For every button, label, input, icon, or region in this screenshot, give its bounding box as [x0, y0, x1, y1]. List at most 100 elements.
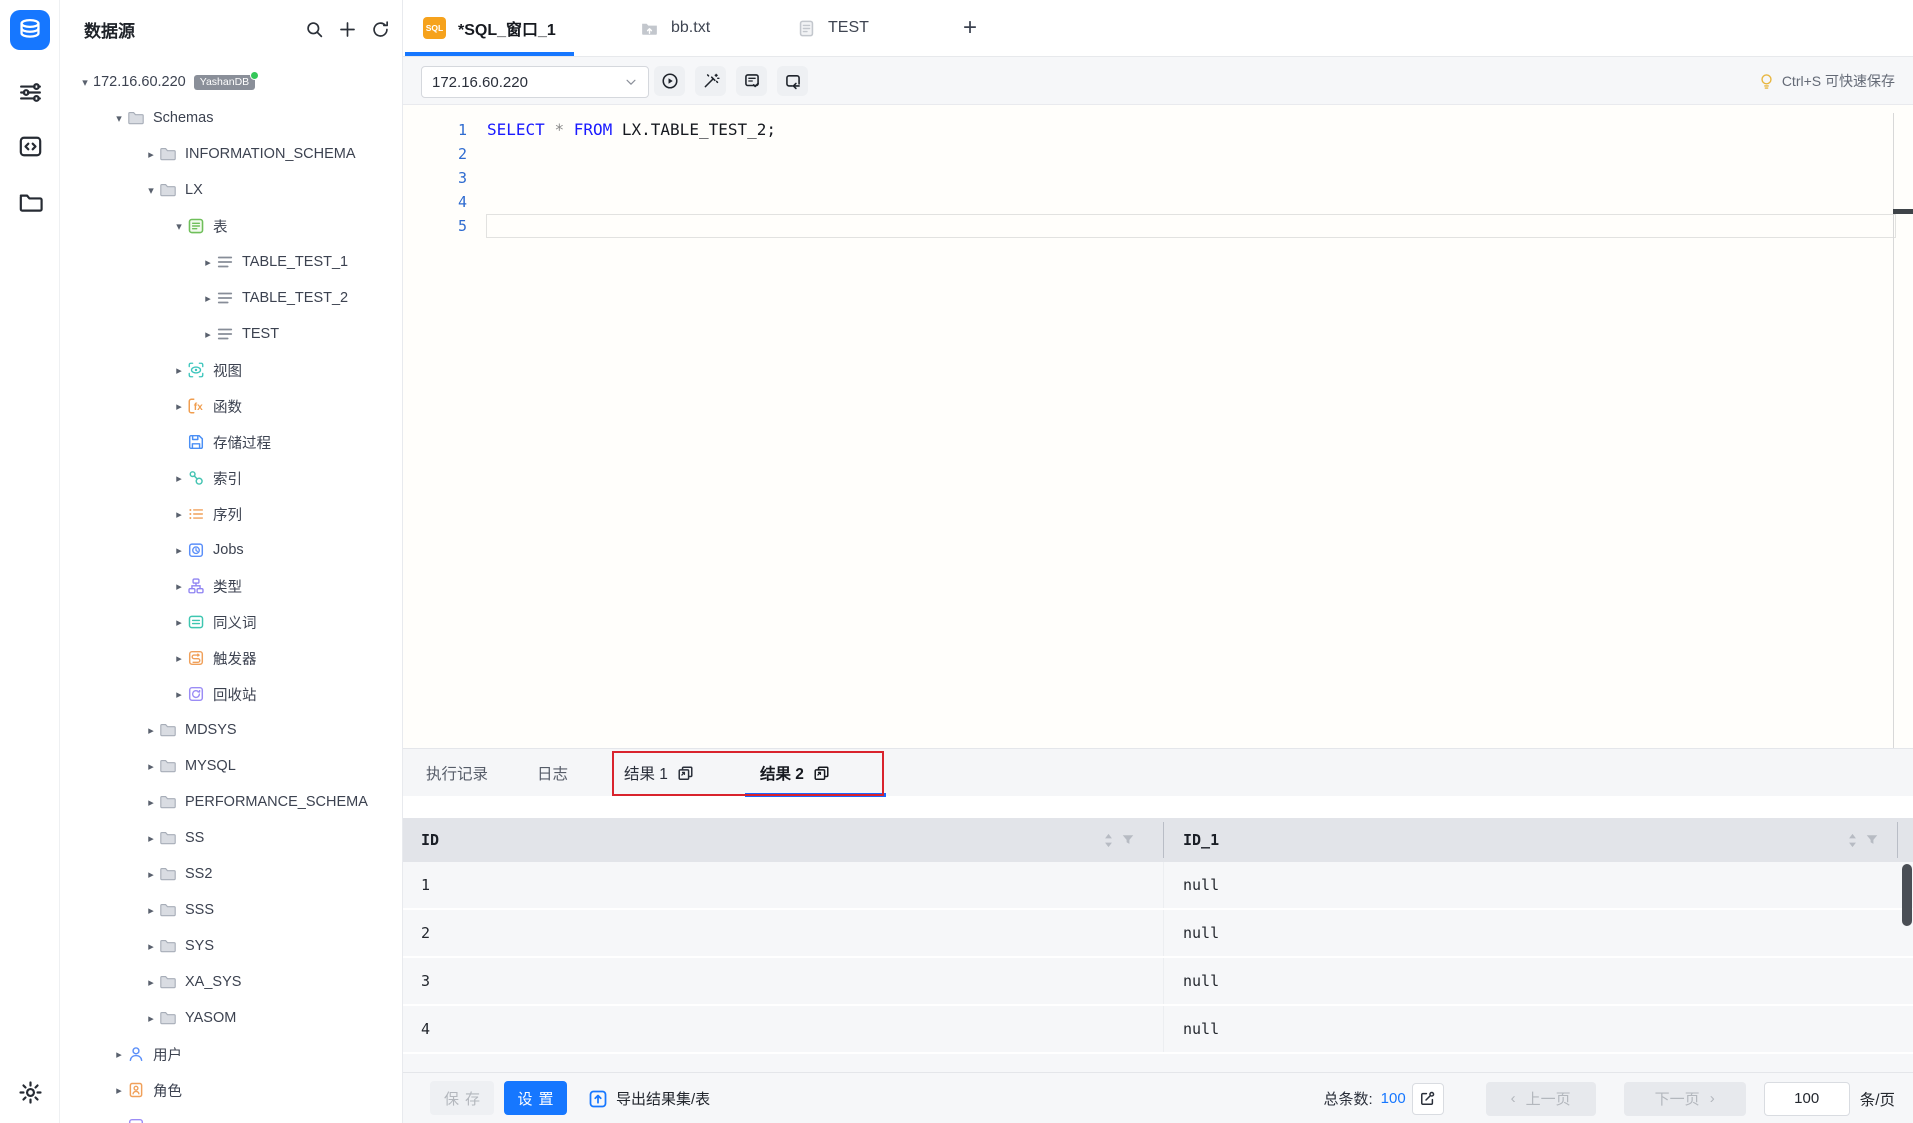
tree-item-类型[interactable]: ▸类型 — [60, 568, 402, 604]
caret-right-icon[interactable]: ▸ — [143, 148, 159, 161]
column-header-id[interactable]: ID — [421, 818, 439, 862]
tree-item-table_test_2[interactable]: ▸TABLE_TEST_2 — [60, 280, 402, 316]
tree-item-mysql[interactable]: ▸MYSQL — [60, 748, 402, 784]
sort-icon[interactable] — [1102, 833, 1115, 848]
tree-item-clipped[interactable]: ▸ — [60, 1108, 402, 1123]
caret-right-icon[interactable]: ▸ — [143, 832, 159, 845]
caret-right-icon[interactable]: ▸ — [143, 796, 159, 809]
tree-item-触发器[interactable]: ▸触发器 — [60, 640, 402, 676]
caret-right-icon[interactable]: ▸ — [171, 652, 187, 665]
tree-item-表[interactable]: ▾表 — [60, 208, 402, 244]
editor-line-1[interactable]: 1SELECT * FROM LX.TABLE_TEST_2; — [403, 118, 1913, 142]
open-result-stats-button[interactable] — [1412, 1083, 1444, 1115]
editor-line-5[interactable]: 5 — [403, 214, 1913, 238]
tree-item-jobs[interactable]: ▸Jobs — [60, 532, 402, 568]
tree-item-同义词[interactable]: ▸同义词 — [60, 604, 402, 640]
cell-id[interactable]: 3 — [421, 958, 430, 1004]
connection-select[interactable]: 172.16.60.220 — [421, 66, 649, 98]
caret-right-icon[interactable]: ▸ — [200, 328, 216, 341]
rollback-button[interactable] — [777, 66, 808, 96]
column-divider[interactable] — [1897, 822, 1898, 858]
caret-right-icon[interactable]: ▸ — [171, 544, 187, 557]
editor-line-2[interactable]: 2 — [403, 142, 1913, 166]
new-tab-button[interactable]: + — [955, 13, 985, 43]
caret-right-icon[interactable]: ▸ — [143, 868, 159, 881]
tree-item-xa_sys[interactable]: ▸XA_SYS — [60, 964, 402, 1000]
settings-button[interactable]: 设置 — [504, 1081, 567, 1115]
caret-right-icon[interactable]: ▸ — [143, 940, 159, 953]
caret-right-icon[interactable]: ▸ — [143, 724, 159, 737]
table-row[interactable]: 4 null — [403, 1006, 1913, 1054]
tree-item-索引[interactable]: ▸索引 — [60, 460, 402, 496]
search-icon[interactable] — [304, 19, 324, 39]
tree-item-ss2[interactable]: ▸SS2 — [60, 856, 402, 892]
format-wand-button[interactable] — [695, 66, 726, 96]
cell-id1[interactable]: null — [1183, 862, 1219, 908]
caret-right-icon[interactable]: ▸ — [143, 976, 159, 989]
caret-down-icon[interactable]: ▾ — [143, 184, 159, 197]
tree-item-performance_schema[interactable]: ▸PERFORMANCE_SCHEMA — [60, 784, 402, 820]
caret-right-icon[interactable]: ▸ — [171, 508, 187, 521]
tree-item-172.16.60.220[interactable]: ▾172.16.60.220YashanDB — [60, 64, 402, 100]
tree-item-schemas[interactable]: ▾Schemas — [60, 100, 402, 136]
caret-right-icon[interactable]: ▸ — [171, 580, 187, 593]
tree-item-information_schema[interactable]: ▸INFORMATION_SCHEMA — [60, 136, 402, 172]
tree-item-回收站[interactable]: ▸回收站 — [60, 676, 402, 712]
tree-item-mdsys[interactable]: ▸MDSYS — [60, 712, 402, 748]
filter-icon[interactable] — [1865, 833, 1879, 847]
caret-right-icon[interactable]: ▸ — [111, 1048, 127, 1061]
filter-icon[interactable] — [1121, 833, 1135, 847]
tree-item-函数[interactable]: ▸fx函数 — [60, 388, 402, 424]
check-doc-button[interactable] — [736, 66, 767, 96]
caret-right-icon[interactable]: ▸ — [171, 400, 187, 413]
refresh-icon[interactable] — [370, 19, 390, 39]
sort-icon[interactable] — [1846, 833, 1859, 848]
caret-right-icon[interactable]: ▸ — [171, 688, 187, 701]
settings-gear-button[interactable] — [14, 1076, 46, 1108]
tree-item-ss[interactable]: ▸SS — [60, 820, 402, 856]
caret-right-icon[interactable]: ▸ — [143, 760, 159, 773]
editor-line-4[interactable]: 4 — [403, 190, 1913, 214]
cell-id[interactable]: 4 — [421, 1006, 430, 1052]
page-size-input[interactable]: 100 — [1764, 1082, 1850, 1116]
cell-id1[interactable]: null — [1183, 1006, 1219, 1052]
sql-editor[interactable]: 1SELECT * FROM LX.TABLE_TEST_2;2345 — [403, 105, 1913, 748]
cell-id[interactable]: 2 — [421, 910, 430, 956]
tree-item-lx[interactable]: ▾LX — [60, 172, 402, 208]
tree-item-table_test_1[interactable]: ▸TABLE_TEST_1 — [60, 244, 402, 280]
caret-right-icon[interactable]: ▸ — [200, 292, 216, 305]
tree-item-序列[interactable]: ▸序列 — [60, 496, 402, 532]
tab-bbtxt[interactable]: bb.txt — [640, 0, 710, 56]
results-vertical-scrollbar[interactable] — [1902, 864, 1912, 926]
caret-right-icon[interactable]: ▸ — [171, 472, 187, 485]
plus-icon[interactable] — [337, 19, 357, 39]
cell-id1[interactable]: null — [1183, 910, 1219, 956]
caret-down-icon[interactable]: ▾ — [77, 76, 93, 89]
run-button[interactable] — [654, 66, 685, 96]
caret-right-icon[interactable]: ▸ — [143, 1012, 159, 1025]
tree-item-sss[interactable]: ▸SSS — [60, 892, 402, 928]
tree-item-yasom[interactable]: ▸YASOM — [60, 1000, 402, 1036]
tab-test[interactable]: TEST — [797, 0, 869, 56]
caret-down-icon[interactable]: ▾ — [111, 112, 127, 125]
rail-button-code[interactable] — [10, 126, 50, 166]
caret-right-icon[interactable]: ▸ — [143, 904, 159, 917]
rail-button-database[interactable] — [10, 10, 50, 50]
table-row[interactable]: 3 null — [403, 958, 1913, 1006]
tree-item-视图[interactable]: ▸视图 — [60, 352, 402, 388]
tree-item-角色[interactable]: ▸角色 — [60, 1072, 402, 1108]
caret-right-icon[interactable]: ▸ — [171, 616, 187, 629]
rail-button-sliders[interactable] — [10, 72, 50, 112]
export-resultset-button[interactable]: 导出结果集/表 — [588, 1073, 710, 1123]
tree-item-存储过程[interactable]: 存储过程 — [60, 424, 402, 460]
rail-button-folder-outline[interactable] — [10, 182, 50, 222]
tree-item-test[interactable]: ▸TEST — [60, 316, 402, 352]
caret-right-icon[interactable]: ▸ — [111, 1084, 127, 1097]
cell-id1[interactable]: null — [1183, 958, 1219, 1004]
save-button[interactable]: 保存 — [430, 1081, 494, 1115]
caret-right-icon[interactable]: ▸ — [200, 256, 216, 269]
editor-line-3[interactable]: 3 — [403, 166, 1913, 190]
next-page-button[interactable]: 下一页› — [1624, 1082, 1746, 1116]
caret-right-icon[interactable]: ▸ — [171, 364, 187, 377]
column-header-id1[interactable]: ID_1 — [1183, 818, 1219, 862]
